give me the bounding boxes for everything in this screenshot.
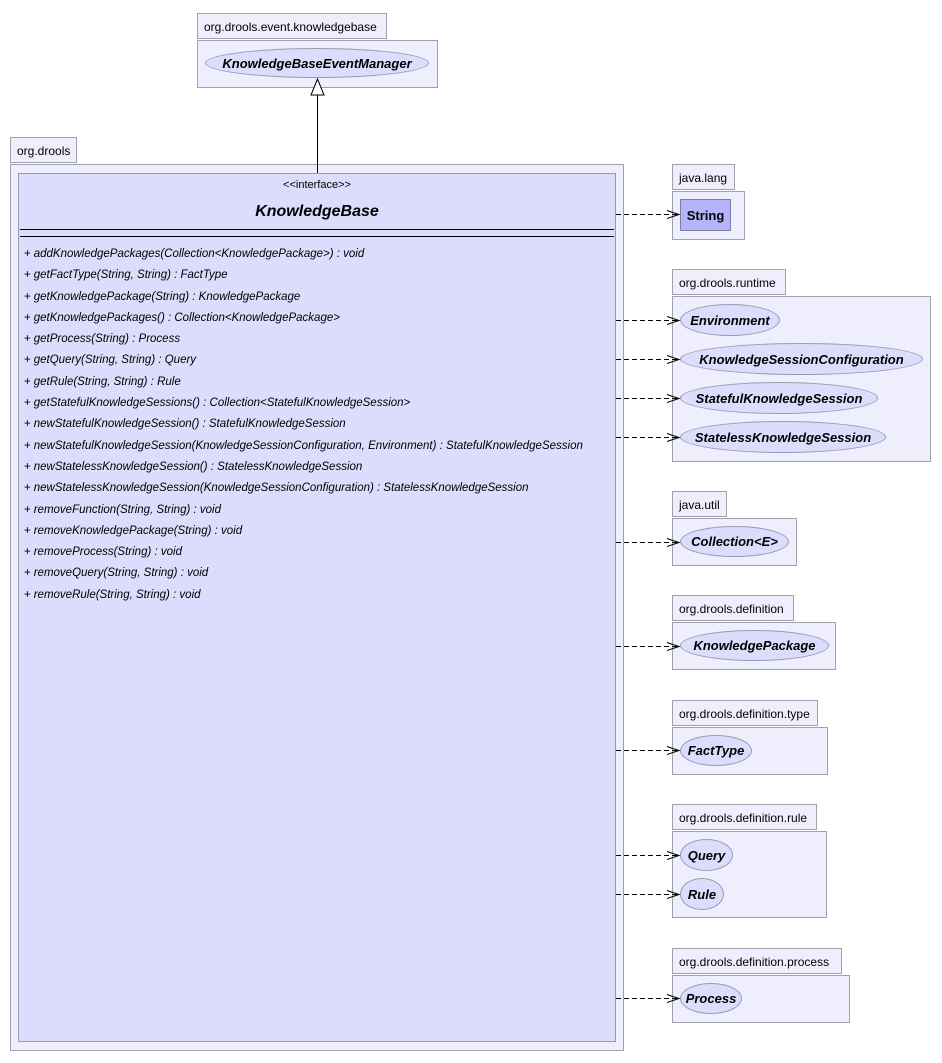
dependency-edge-environment[interactable] [616, 316, 681, 325]
dependency-edge-statelessknowledgesession[interactable] [616, 433, 681, 442]
dependency-edge-facttype[interactable] [616, 746, 681, 755]
dependency-edge-query[interactable] [616, 851, 681, 860]
dependency-edge-process[interactable] [616, 994, 681, 1003]
dependency-edge-string[interactable] [616, 210, 681, 219]
relationship-layer [310, 77, 681, 1003]
dependency-edge-knowledgesessionconfiguration[interactable] [616, 355, 681, 364]
dependency-edge-rule[interactable] [616, 890, 681, 899]
dependency-edge-knowledgepackage[interactable] [616, 642, 681, 651]
generalization-edge[interactable] [310, 77, 325, 173]
generalization-arrowhead-icon [310, 77, 325, 96]
dependency-edge-statefulknowledgesession[interactable] [616, 394, 681, 403]
dependency-edge-collection[interactable] [616, 538, 681, 547]
